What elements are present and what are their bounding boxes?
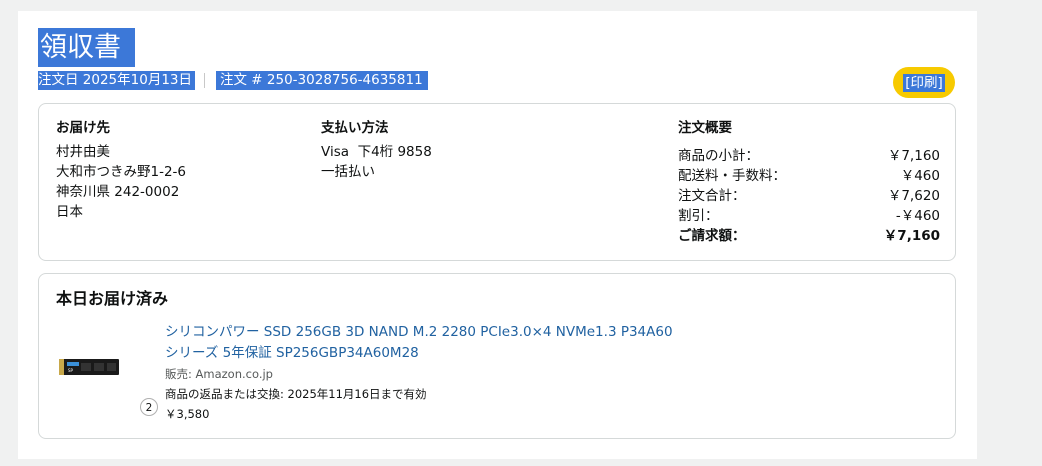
shipping-prefecture: 神奈川県 242-0002: [56, 184, 180, 200]
payment-method: 支払い方法 Visa 下4桁 9858 一括払い: [321, 118, 432, 182]
summary-heading: 注文概要: [678, 120, 732, 136]
summary-row-discount: 割引： -￥460: [678, 206, 940, 226]
summary-label: 配送料・手数料：: [678, 168, 786, 184]
summary-label: 商品の小計：: [678, 148, 759, 164]
shipping-name: 村井由美: [56, 144, 110, 160]
receipt-page: 領収書 注文日 2025年10月13日 注文 # 250-3028756-463…: [18, 11, 977, 459]
thumb-label: SP: [68, 368, 74, 373]
product-link[interactable]: シリコンパワー SSD 256GB 3D NAND M.2 2280 PCIe3…: [165, 322, 725, 364]
summary-value: ￥7,160: [883, 228, 940, 244]
summary-row-shipping: 配送料・手数料： ￥460: [678, 166, 940, 186]
order-summary: 注文概要 商品の小計： ￥7,160 配送料・手数料： ￥460 注文合計： ￥…: [678, 118, 940, 246]
order-meta: 注文日 2025年10月13日 注文 # 250-3028756-4635811: [38, 71, 428, 90]
print-button[interactable]: [印刷]: [893, 67, 955, 98]
payment-plan: 一括払い: [321, 164, 375, 180]
order-number: 注文 # 250-3028756-4635811: [216, 71, 428, 90]
summary-value: ￥460: [900, 168, 940, 184]
shipping-street: 大和市つきみ野1-2-6: [56, 164, 187, 180]
shipping-address: お届け先 村井由美 大和市つきみ野1-2-6 神奈川県 242-0002 日本: [56, 118, 186, 222]
payment-card: Visa 下4桁 9858: [321, 144, 432, 160]
order-details-box: お届け先 村井由美 大和市つきみ野1-2-6 神奈川県 242-0002 日本 …: [38, 103, 956, 261]
print-label[interactable]: [印刷]: [903, 73, 945, 92]
payment-heading: 支払い方法: [321, 120, 389, 136]
summary-value: ￥7,160: [887, 148, 940, 164]
return-info: 商品の返品または交換: 2025年11月16日まで有効: [165, 387, 427, 401]
summary-value: -￥460: [895, 208, 940, 224]
order-date: 注文日 2025年10月13日: [38, 71, 196, 90]
seller-info: 販売: Amazon.co.jp: [165, 367, 273, 381]
item-price: ￥3,580: [165, 407, 210, 421]
summary-label: 注文合計：: [678, 188, 746, 204]
summary-label: 割引：: [678, 208, 719, 224]
product-thumbnail[interactable]: SP: [59, 357, 119, 377]
product-name-line1[interactable]: シリコンパワー SSD 256GB 3D NAND M.2 2280 PCIe3…: [165, 322, 725, 343]
summary-label: ご請求額：: [678, 228, 746, 244]
delivery-box: 本日お届け済み SP 2 シリコンパワー SSD 256GB 3D NAND M…: [38, 273, 956, 439]
shipping-heading: お届け先: [56, 120, 110, 136]
delivery-heading: 本日お届け済み: [56, 289, 169, 308]
product-name-line2[interactable]: シリーズ 5年保証 SP256GBP34A60M28: [165, 343, 725, 364]
summary-value: ￥7,620: [887, 188, 940, 204]
summary-row-order-total: 注文合計： ￥7,620: [678, 186, 940, 206]
page-title: 領収書: [38, 28, 135, 67]
summary-row-subtotal: 商品の小計： ￥7,160: [678, 146, 940, 166]
meta-divider: [204, 73, 206, 88]
shipping-country: 日本: [56, 204, 83, 220]
quantity-badge: 2: [140, 398, 158, 416]
summary-row-grand-total: ご請求額： ￥7,160: [678, 226, 940, 246]
